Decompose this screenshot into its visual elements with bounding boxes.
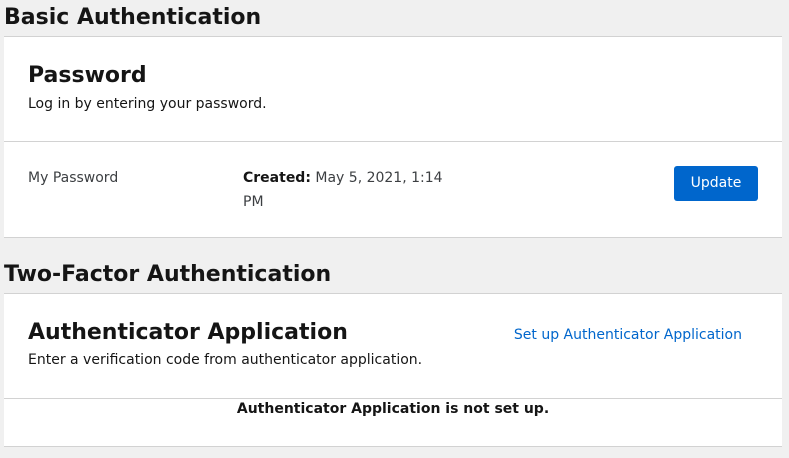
authenticator-status-message: Authenticator Application is not set up. xyxy=(236,401,550,417)
authenticator-card: Authenticator Application Enter a verifi… xyxy=(4,293,782,447)
authenticator-card-header: Authenticator Application Enter a verifi… xyxy=(4,294,782,399)
password-card: Password Log in by entering your passwor… xyxy=(4,36,782,238)
password-description: Log in by entering your password. xyxy=(28,96,267,112)
credential-label: My Password xyxy=(28,170,119,186)
basic-authentication-heading: Basic Authentication xyxy=(4,5,262,30)
authenticator-title: Authenticator Application xyxy=(28,320,348,345)
setup-authenticator-link[interactable]: Set up Authenticator Application xyxy=(514,325,742,345)
password-title: Password xyxy=(28,63,147,88)
password-card-header: Password Log in by entering your passwor… xyxy=(4,37,782,142)
authenticator-description: Enter a verification code from authentic… xyxy=(28,352,423,368)
two-factor-authentication-heading: Two-Factor Authentication xyxy=(4,262,332,287)
created-label: Created: xyxy=(243,170,311,186)
credential-created: Created: May 5, 2021, 1:14 PM xyxy=(243,166,443,214)
update-password-button[interactable]: Update xyxy=(674,166,758,201)
